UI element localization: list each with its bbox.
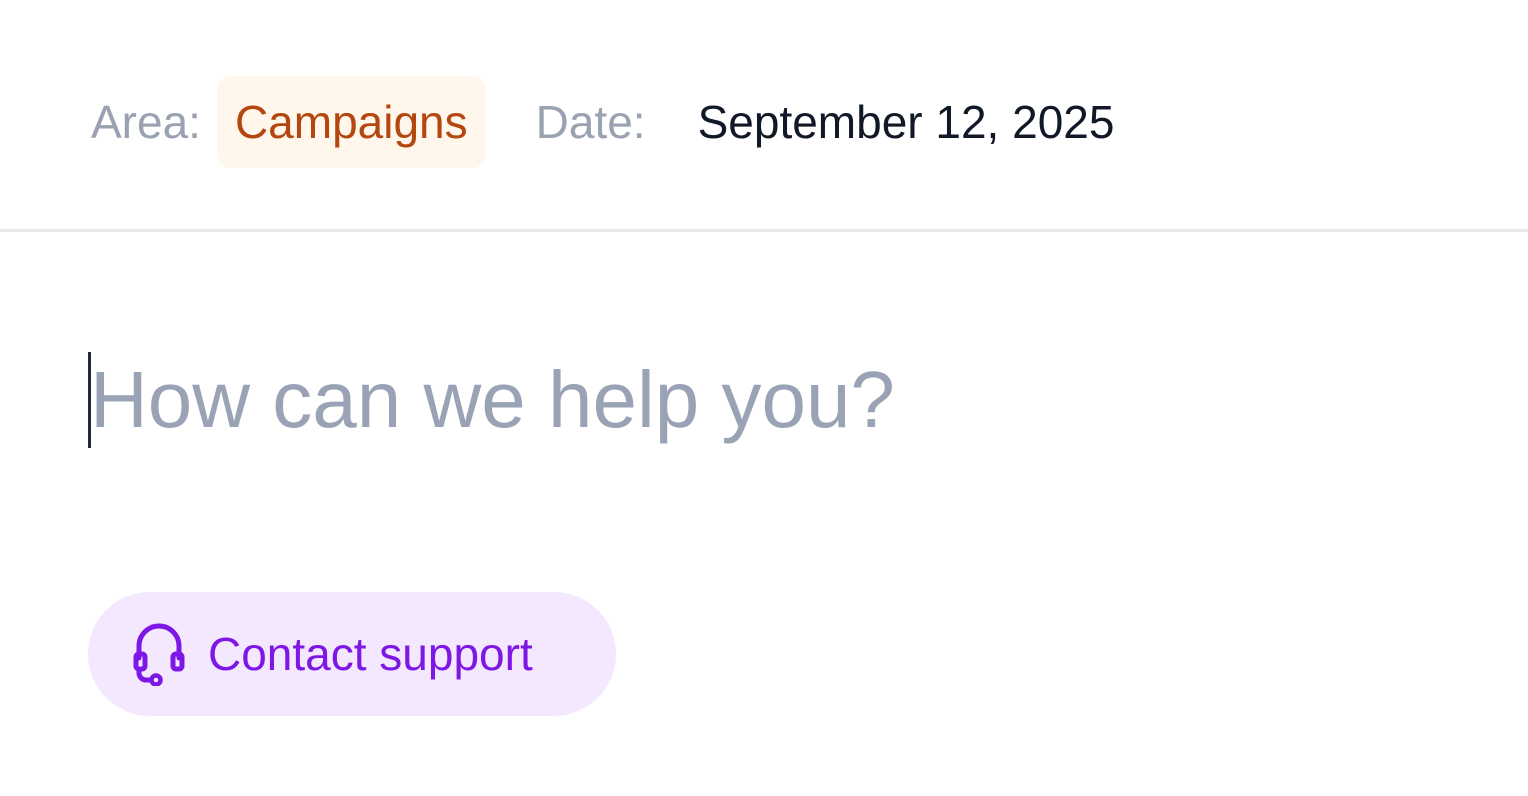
contact-support-button[interactable]: Contact support xyxy=(88,592,616,716)
contact-support-label: Contact support xyxy=(208,628,533,680)
date-value[interactable]: September 12, 2025 xyxy=(698,95,1115,149)
headset-icon xyxy=(133,623,185,686)
area-chip[interactable]: Campaigns xyxy=(216,76,486,168)
message-composer[interactable] xyxy=(88,352,1438,448)
area-label: Area: xyxy=(91,96,201,148)
request-header: Area: Campaigns Date: September 12, 2025 xyxy=(0,0,1528,232)
date-label: Date: xyxy=(535,96,646,148)
request-meta-row: Area: Campaigns Date: September 12, 2025 xyxy=(91,76,1114,168)
help-message-input[interactable] xyxy=(90,352,1390,448)
